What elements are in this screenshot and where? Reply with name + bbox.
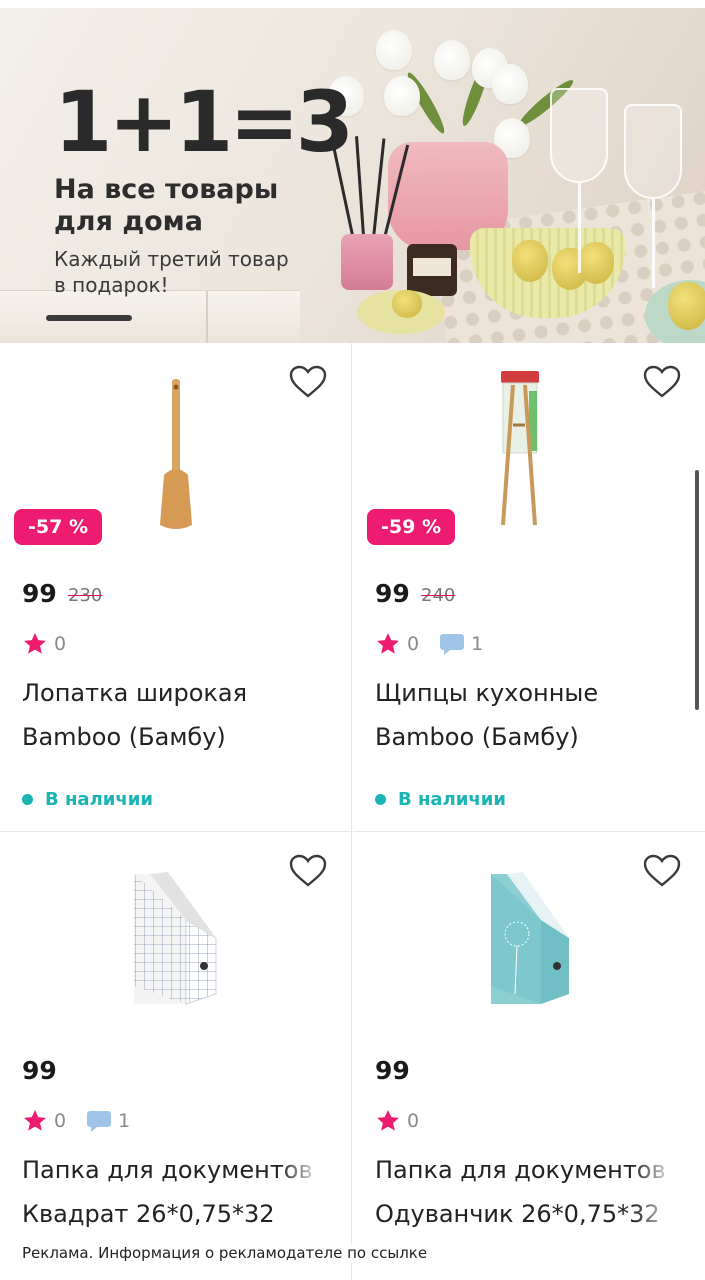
- product-card[interactable]: 99 0 Папка для документов Одуванчик 26*0…: [353, 832, 705, 1280]
- banner-headline: 1+1=3: [54, 73, 354, 171]
- tulip-decoration: [384, 76, 420, 116]
- glass-stem: [578, 183, 581, 273]
- diffuser-stick: [372, 138, 386, 239]
- candle-jar: [407, 244, 457, 296]
- diffuser-stick: [355, 136, 365, 237]
- tulip-decoration: [376, 30, 412, 70]
- product-title-line: Папка для документов: [375, 1156, 666, 1184]
- discount-badge: -57 %: [14, 509, 102, 545]
- old-price: 240: [421, 585, 456, 606]
- ad-disclaimer-link[interactable]: Реклама. Информация о рекламодателе по с…: [18, 1243, 432, 1263]
- price: 99: [22, 579, 57, 608]
- banner-note: Каждый третий товар в подарок!: [54, 246, 324, 298]
- discount-badge: -59 %: [367, 509, 455, 545]
- star-icon: [24, 1109, 46, 1131]
- stock-status: В наличии: [375, 789, 506, 810]
- pear-decoration: [578, 242, 614, 284]
- star-icon: [24, 632, 46, 654]
- rating: 0 1: [375, 629, 483, 659]
- product-card[interactable]: -59 % 99 240 0 1 Щипцы кухонные Bamboo (…: [353, 343, 705, 832]
- product-card[interactable]: 99 0 1 Папка для документов Квадрат 26*0…: [0, 832, 352, 1280]
- product-title-line: Bamboo (Бамбу): [22, 723, 226, 751]
- pear-decoration: [392, 290, 422, 318]
- magazine-file-teal-image[interactable]: [353, 854, 705, 1024]
- banner-subtitle: На все товары для дома: [54, 174, 334, 238]
- magazine-file-grid-image[interactable]: [0, 854, 352, 1024]
- price: 99: [22, 1056, 57, 1085]
- product-card[interactable]: -57 % 99 230 0 Лопатка широкая Bamboo (Б…: [0, 343, 352, 832]
- banner-subtitle-line: для дома: [54, 206, 203, 237]
- rating: 0 1: [22, 1106, 130, 1136]
- diffuser-bottle: [341, 234, 393, 290]
- counter-seam: [206, 291, 208, 343]
- pear-decoration: [512, 240, 548, 282]
- product-title-line: Bamboo (Бамбу): [375, 723, 579, 751]
- stock-status: В наличии: [22, 789, 153, 810]
- stock-dot-icon: [22, 794, 33, 805]
- star-icon: [377, 1109, 399, 1131]
- product-title-line: Квадрат 26*0,75*32: [22, 1200, 275, 1228]
- rating-value: 0: [54, 633, 67, 655]
- candle-label: [413, 258, 451, 276]
- rating: 0: [375, 1106, 419, 1136]
- promo-banner[interactable]: 1+1=3 На все товары для дома Каждый трет…: [0, 8, 705, 343]
- banner-subtitle-line: На все товары: [54, 174, 279, 205]
- rating-value: 0: [54, 1110, 67, 1132]
- product-title[interactable]: Щипцы кухонные Bamboo (Бамбу): [375, 671, 675, 759]
- product-title-line: Щипцы кухонные: [375, 679, 599, 707]
- glass-stem: [652, 198, 655, 288]
- tulip-decoration: [492, 64, 528, 104]
- review-bubble-icon: [440, 634, 465, 655]
- rating: 0: [22, 629, 66, 659]
- product-title[interactable]: Папка для документов Одуванчик 26*0,75*3…: [375, 1148, 675, 1236]
- product-title-line: Папка для документов: [22, 1156, 313, 1184]
- price: 99: [375, 1056, 410, 1085]
- pear-decoration: [668, 282, 705, 330]
- price: 99: [375, 579, 410, 608]
- product-title[interactable]: Папка для документов Квадрат 26*0,75*32: [22, 1148, 322, 1236]
- old-price: 230: [68, 585, 103, 606]
- banner-note-line: в подарок!: [54, 273, 169, 297]
- star-icon: [377, 632, 399, 654]
- product-title-line: Одуванчик 26*0,75*32: [375, 1200, 660, 1228]
- wine-glass-decoration: [550, 88, 608, 183]
- banner-note-line: Каждый третий товар: [54, 247, 289, 271]
- tulip-decoration: [434, 40, 470, 80]
- scrollbar[interactable]: [695, 470, 699, 710]
- stock-label: В наличии: [398, 789, 506, 810]
- rating-value: 0: [407, 1110, 420, 1132]
- rating-value: 0: [407, 633, 420, 655]
- review-bubble-icon: [87, 1111, 112, 1132]
- wine-glass-decoration: [624, 104, 682, 199]
- product-title-line: Лопатка широкая: [22, 679, 248, 707]
- stock-dot-icon: [375, 794, 386, 805]
- review-count: 1: [118, 1110, 131, 1132]
- drawer-handle: [46, 315, 132, 321]
- stock-label: В наличии: [45, 789, 153, 810]
- product-title[interactable]: Лопатка широкая Bamboo (Бамбу): [22, 671, 322, 759]
- review-count: 1: [471, 633, 484, 655]
